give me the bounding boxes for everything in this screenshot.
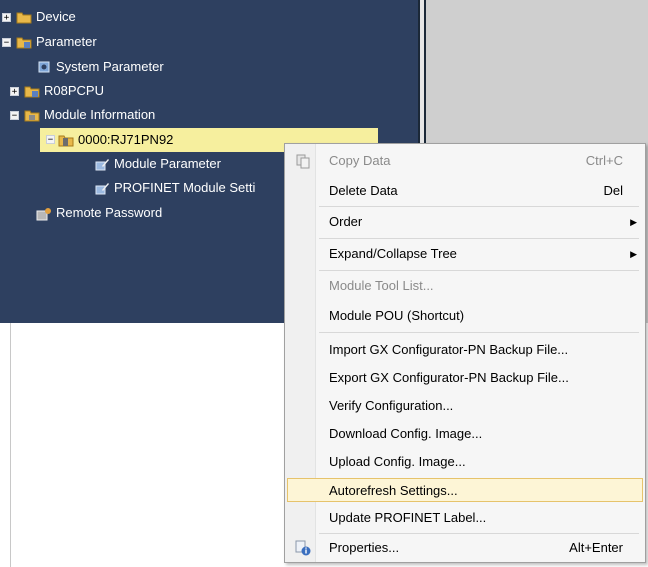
- menu-separator: [319, 238, 639, 239]
- collapse-toggle[interactable]: −: [10, 110, 19, 120]
- menu-separator: [319, 533, 639, 534]
- tree-node-parameter[interactable]: − Parameter: [2, 30, 97, 54]
- menu-separator: [319, 270, 639, 271]
- menu-item-shortcut: Alt+Enter: [569, 540, 623, 555]
- tree-node-system-parameter[interactable]: System Parameter: [36, 55, 164, 79]
- tree-node-remote-password[interactable]: Remote Password: [36, 201, 162, 225]
- menu-item-label: Export GX Configurator-PN Backup File...: [329, 370, 569, 385]
- submenu-arrow-icon: ▶: [630, 217, 637, 227]
- menu-item-label: Import GX Configurator-PN Backup File...: [329, 342, 569, 357]
- menu-item-delete-data[interactable]: Delete Data Del: [287, 179, 643, 203]
- tree-label: PROFINET Module Setti: [114, 180, 256, 195]
- tree-node-r08pcpu[interactable]: + R08PCPU: [10, 79, 104, 103]
- pencil-parameter-icon: [94, 180, 110, 196]
- tree-label: Parameter: [36, 34, 97, 49]
- menu-item-module-pou-shortcut[interactable]: Module POU (Shortcut): [287, 304, 643, 328]
- menu-item-label: Delete Data: [329, 183, 398, 198]
- tree-label: System Parameter: [56, 59, 164, 74]
- module-icon: [58, 132, 74, 148]
- menu-item-upload-config-image[interactable]: Upload Config. Image...: [287, 450, 643, 474]
- menu-item-order[interactable]: Order ▶: [287, 210, 643, 234]
- menu-item-copy-data[interactable]: Copy Data Ctrl+C: [287, 149, 643, 173]
- menu-item-label: Autorefresh Settings...: [329, 483, 458, 498]
- context-menu: Copy Data Ctrl+C Delete Data Del Order ▶…: [284, 143, 646, 563]
- parameter-folder-icon: [16, 34, 32, 50]
- menu-item-export-backup[interactable]: Export GX Configurator-PN Backup File...: [287, 366, 643, 390]
- tree-label: Device: [36, 9, 76, 24]
- menu-item-label: Order: [329, 214, 363, 229]
- menu-item-label: Verify Configuration...: [329, 398, 454, 413]
- menu-separator: [319, 206, 639, 207]
- expand-toggle[interactable]: +: [2, 12, 11, 22]
- folder-icon: [16, 9, 32, 25]
- collapse-toggle[interactable]: −: [2, 37, 11, 47]
- menu-item-download-config-image[interactable]: Download Config. Image...: [287, 422, 643, 446]
- menu-item-verify-configuration[interactable]: Verify Configuration...: [287, 394, 643, 418]
- menu-item-properties[interactable]: Properties... Alt+Enter: [287, 536, 643, 560]
- tree-node-module-information[interactable]: − Module Information: [10, 103, 155, 127]
- tree-node-device[interactable]: + Device: [2, 5, 76, 29]
- module-folder-icon: [24, 107, 40, 123]
- remote-password-icon: [36, 205, 52, 221]
- tree-node-profinet-module-settings[interactable]: PROFINET Module Setti: [94, 176, 255, 200]
- menu-item-label: Upload Config. Image...: [329, 454, 466, 469]
- menu-separator: [319, 332, 639, 333]
- tree-label: Remote Password: [56, 205, 163, 220]
- tree-label: R08PCPU: [44, 83, 104, 98]
- tree-node-module-parameter[interactable]: Module Parameter: [94, 152, 221, 176]
- copy-icon: [295, 153, 311, 169]
- tree-label: Module Parameter: [114, 156, 221, 171]
- submenu-arrow-icon: ▶: [630, 249, 637, 259]
- menu-item-label: Copy Data: [329, 153, 391, 168]
- menu-item-shortcut: Ctrl+C: [585, 153, 623, 168]
- menu-item-autorefresh-settings[interactable]: Autorefresh Settings...: [287, 478, 643, 502]
- menu-item-label: Module POU (Shortcut): [329, 308, 465, 323]
- pencil-parameter-icon: [94, 156, 110, 172]
- tree-label: Module Information: [44, 107, 156, 122]
- menu-item-expand-collapse-tree[interactable]: Expand/Collapse Tree ▶: [287, 242, 643, 266]
- tree-label: 0000:RJ71PN92: [78, 132, 174, 147]
- menu-item-import-backup[interactable]: Import GX Configurator-PN Backup File...: [287, 338, 643, 362]
- menu-item-label: Expand/Collapse Tree: [329, 246, 457, 261]
- parameter-folder-icon: [24, 83, 40, 99]
- expand-toggle[interactable]: +: [10, 86, 19, 96]
- menu-item-shortcut: Del: [603, 183, 623, 198]
- menu-item-update-profinet-label[interactable]: Update PROFINET Label...: [287, 506, 643, 530]
- collapse-toggle[interactable]: −: [46, 135, 55, 145]
- system-parameter-icon: [36, 59, 52, 75]
- menu-item-module-tool-list[interactable]: Module Tool List...: [287, 274, 643, 298]
- menu-item-label: Update PROFINET Label...: [329, 510, 487, 525]
- window-edge: [0, 323, 11, 567]
- properties-icon: [295, 540, 311, 556]
- menu-item-label: Module Tool List...: [329, 278, 434, 293]
- menu-item-label: Properties...: [329, 540, 400, 555]
- menu-item-label: Download Config. Image...: [329, 426, 483, 441]
